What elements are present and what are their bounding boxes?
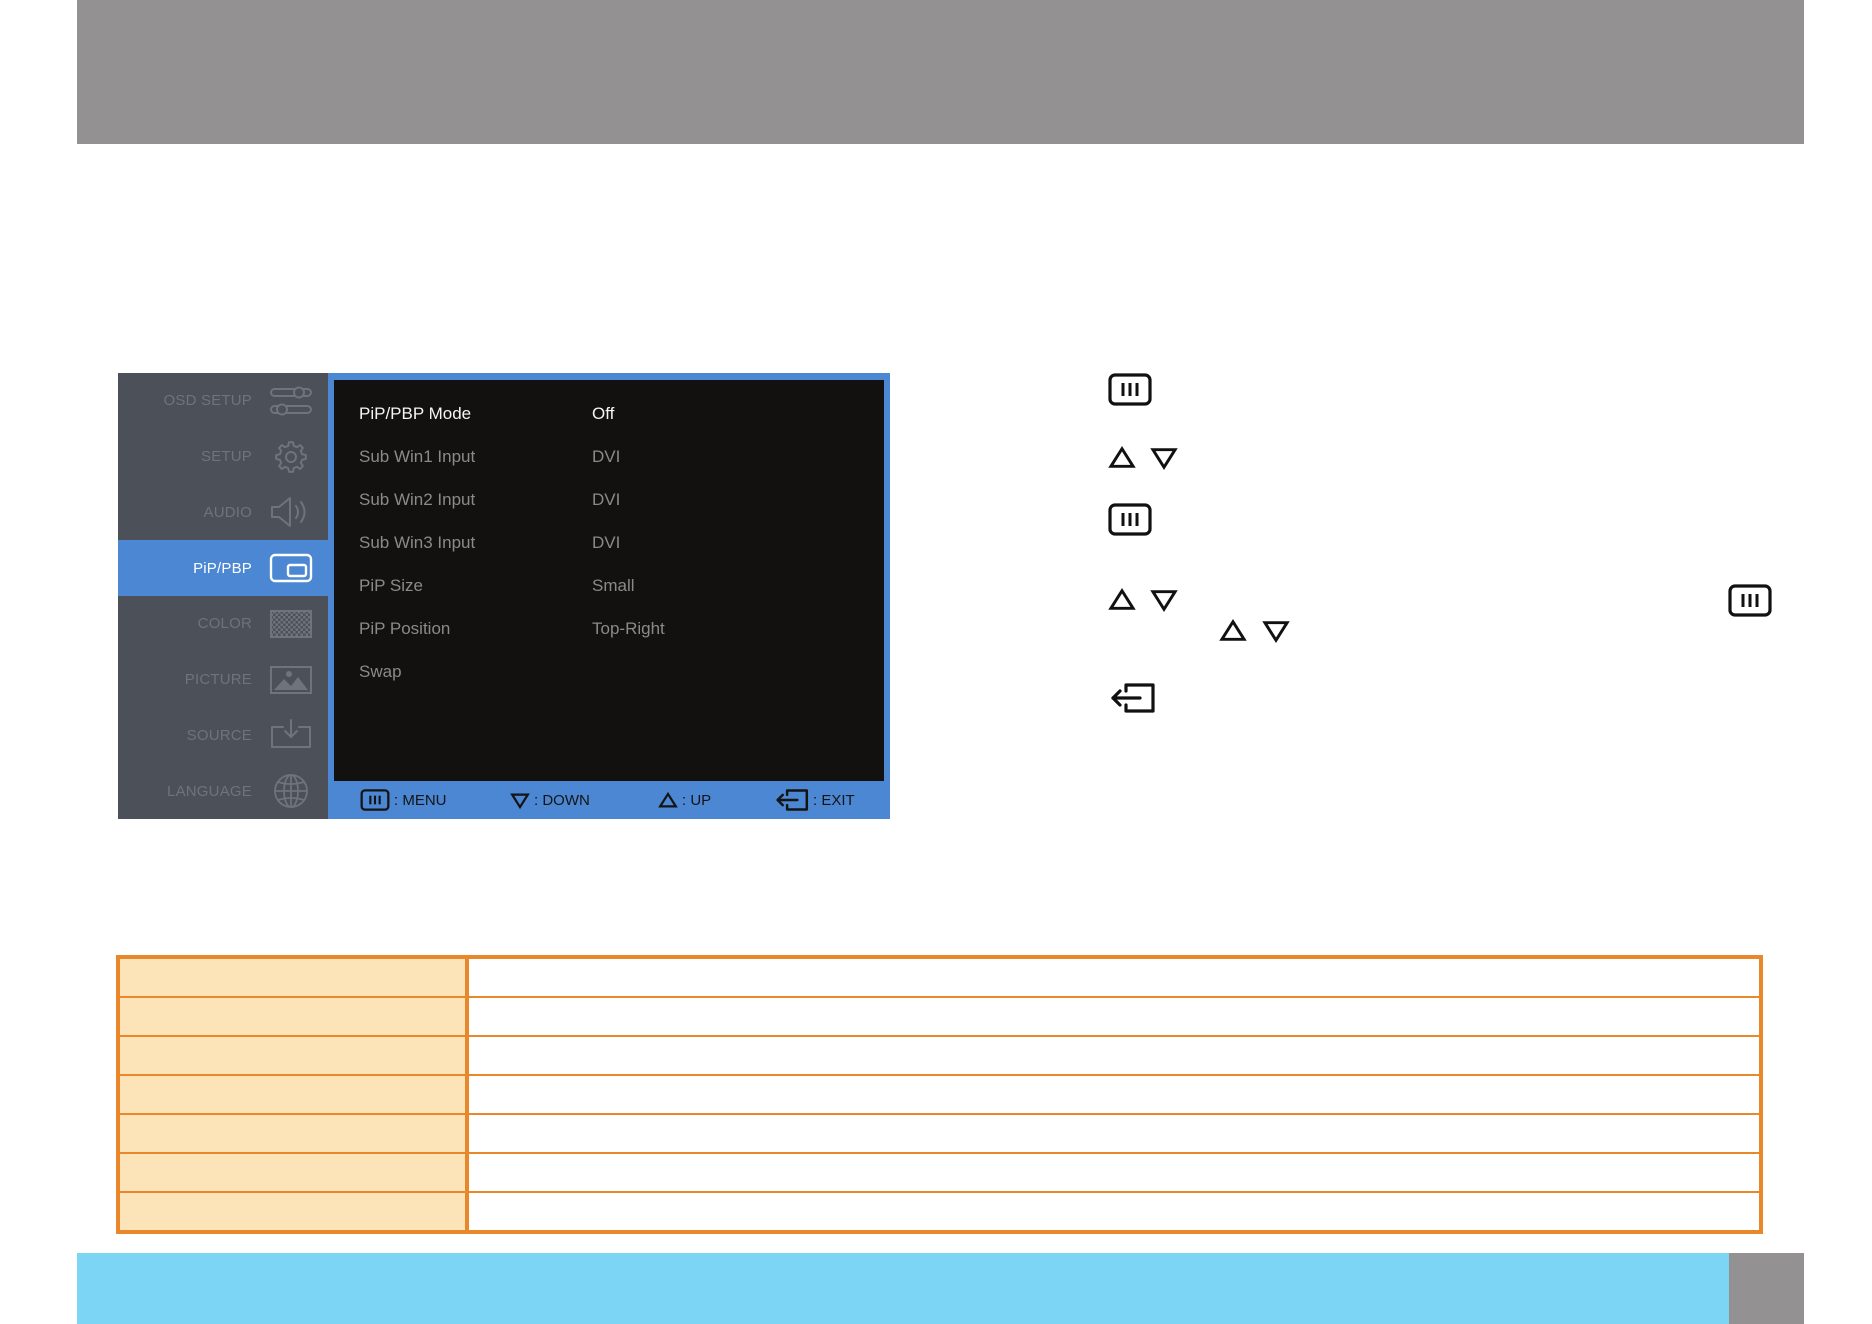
exit-icon (1108, 682, 1156, 714)
menu-icon (1728, 584, 1772, 617)
table-label-cell (118, 1074, 469, 1114)
sidebar-item-label: SOURCE (186, 726, 252, 744)
setting-row-swap[interactable]: Swap (334, 650, 884, 693)
setting-label: Sub Win1 Input (359, 447, 476, 466)
setting-row-sub-win3-input[interactable]: Sub Win3 Input DVI (334, 521, 884, 564)
down-triangle-icon (510, 792, 530, 809)
setting-label: PiP Size (359, 576, 423, 595)
legend-up: : UP (658, 781, 711, 819)
sidebar-item-osd-setup[interactable]: OSD SETUP (118, 373, 328, 429)
tools-icon (268, 383, 314, 419)
sidebar-item-language[interactable]: LANGUAGE (118, 763, 328, 819)
menu-icon (360, 789, 390, 811)
legend-down: : DOWN (510, 781, 590, 819)
setting-label: Swap (359, 662, 402, 681)
table-value-cell (467, 1035, 1761, 1075)
pip-pbp-settings-panel: PiP/PBP Mode Off Sub Win1 Input DVI Sub … (334, 380, 884, 781)
setting-value: DVI (592, 447, 621, 466)
setting-label: Sub Win3 Input (359, 533, 476, 552)
sidebar-item-setup[interactable]: SETUP (118, 429, 328, 485)
osd-main-panel: PiP/PBP Mode Off Sub Win1 Input DVI Sub … (328, 373, 890, 819)
setting-value: Small (592, 576, 635, 595)
sidebar-item-label: AUDIO (203, 503, 252, 521)
up-triangle-icon (1219, 619, 1247, 643)
source-icon (268, 717, 314, 753)
color-pattern-icon (268, 606, 314, 642)
legend-menu: : MENU (360, 781, 447, 819)
table-value-cell (467, 996, 1761, 1036)
setting-label: Sub Win2 Input (359, 490, 476, 509)
osd-menu: OSD SETUP SETUP AUDIO PiP/PBP COLOR PICT… (118, 373, 890, 819)
sidebar-item-label: SETUP (200, 448, 252, 466)
table-row (118, 1074, 1761, 1114)
sidebar-item-picture[interactable]: PICTURE (118, 652, 328, 708)
globe-icon (268, 773, 314, 809)
sidebar-item-color[interactable]: COLOR (118, 596, 328, 652)
up-triangle-icon (1108, 588, 1136, 612)
gear-icon (268, 439, 314, 475)
pip-icon (268, 550, 314, 586)
table-label-cell (118, 1035, 469, 1075)
sidebar-item-pip-pbp[interactable]: PiP/PBP (118, 540, 328, 596)
table-label-cell (118, 957, 469, 997)
table-row (118, 996, 1761, 1036)
setting-row-pip-pbp-mode[interactable]: PiP/PBP Mode Off (334, 392, 884, 435)
sidebar-item-label: PICTURE (184, 671, 252, 689)
table-label-cell (118, 996, 469, 1036)
table-row (118, 957, 1761, 997)
legend-label: : EXIT (813, 791, 855, 809)
table-value-cell (467, 957, 1761, 997)
table-value-cell (467, 1074, 1761, 1114)
page-number-tab (1729, 1253, 1804, 1324)
setting-row-pip-size[interactable]: PiP Size Small (334, 564, 884, 607)
legend-exit: : EXIT (774, 781, 855, 819)
legend-label: : UP (682, 791, 712, 809)
header-bar (77, 0, 1804, 144)
sidebar-item-source[interactable]: SOURCE (118, 708, 328, 764)
speaker-icon (268, 494, 314, 530)
settings-description-table (116, 955, 1763, 1234)
up-triangle-icon (1108, 446, 1136, 470)
table-label-cell (118, 1152, 469, 1192)
setting-label: PiP Position (359, 619, 451, 638)
table-row (118, 1191, 1761, 1232)
exit-icon (774, 788, 809, 812)
setting-value: DVI (592, 490, 621, 509)
setting-value: Top-Right (592, 619, 665, 638)
menu-icon (1108, 373, 1152, 406)
down-triangle-icon (1150, 446, 1178, 470)
setting-value: Off (592, 404, 615, 423)
manual-page: OSD SETUP SETUP AUDIO PiP/PBP COLOR PICT… (0, 0, 1872, 1324)
down-triangle-icon (1262, 619, 1290, 643)
sidebar-item-label: OSD SETUP (163, 392, 252, 410)
table-value-cell (467, 1152, 1761, 1192)
setting-row-pip-position[interactable]: PiP Position Top-Right (334, 607, 884, 650)
up-triangle-icon (658, 791, 678, 809)
setting-row-sub-win2-input[interactable]: Sub Win2 Input DVI (334, 478, 884, 521)
sidebar-item-audio[interactable]: AUDIO (118, 485, 328, 541)
setting-row-sub-win1-input[interactable]: Sub Win1 Input DVI (334, 435, 884, 478)
menu-icon (1108, 503, 1152, 536)
sidebar-item-label: COLOR (197, 615, 252, 633)
table-label-cell (118, 1113, 469, 1153)
setting-label: PiP/PBP Mode (359, 404, 472, 423)
table-row (118, 1113, 1761, 1153)
down-triangle-icon (1150, 588, 1178, 612)
table-value-cell (467, 1191, 1761, 1232)
table-row (118, 1152, 1761, 1192)
setting-value: DVI (592, 533, 621, 552)
table-row (118, 1035, 1761, 1075)
legend-label: : MENU (394, 791, 447, 809)
picture-icon (268, 662, 314, 698)
osd-key-legend: : MENU : DOWN : UP: EXIT (328, 781, 890, 819)
osd-sidebar: OSD SETUP SETUP AUDIO PiP/PBP COLOR PICT… (118, 373, 328, 819)
sidebar-item-label: PiP/PBP (193, 559, 252, 577)
legend-label: : DOWN (534, 791, 590, 809)
sidebar-item-label: LANGUAGE (167, 782, 252, 800)
table-label-cell (118, 1191, 469, 1232)
table-value-cell (467, 1113, 1761, 1153)
footer-bar (77, 1253, 1729, 1324)
